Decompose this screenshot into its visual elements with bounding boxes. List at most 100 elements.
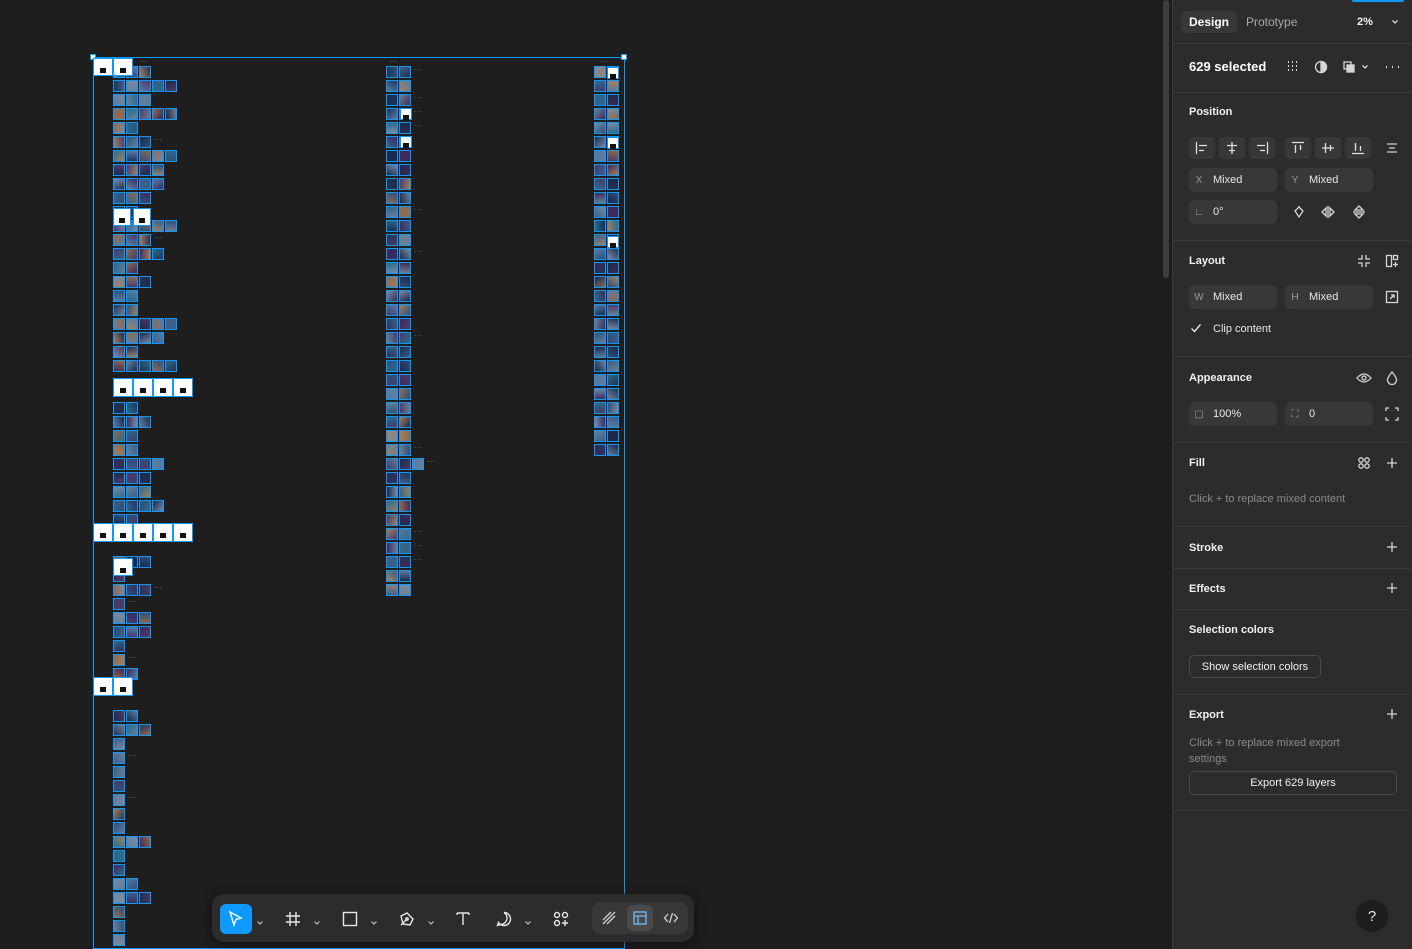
- layer-thumbnail[interactable]: [386, 346, 398, 358]
- export-layers-button[interactable]: Export 629 layers: [1189, 771, 1397, 795]
- layer-thumbnail[interactable]: [399, 584, 411, 596]
- layer-thumbnail[interactable]: [399, 570, 411, 582]
- layer-thumbnail[interactable]: [113, 276, 125, 288]
- flip-vertical-button[interactable]: [1349, 202, 1369, 222]
- layer-thumbnail[interactable]: [113, 472, 125, 484]
- layer-thumbnail[interactable]: [126, 430, 138, 442]
- layer-thumbnail[interactable]: [165, 360, 177, 372]
- layer-frame[interactable]: [93, 58, 113, 76]
- fill-styles-button[interactable]: [1354, 453, 1374, 473]
- layer-thumbnail[interactable]: [386, 430, 398, 442]
- layer-thumbnail[interactable]: [594, 66, 606, 78]
- align-top-button[interactable]: [1285, 137, 1311, 159]
- layer-thumbnail[interactable]: [113, 724, 125, 736]
- layer-thumbnail[interactable]: [152, 220, 164, 232]
- layer-thumbnail[interactable]: [399, 430, 411, 442]
- layer-thumbnail[interactable]: [113, 906, 125, 918]
- layer-thumbnail[interactable]: [113, 402, 125, 414]
- layer-thumbnail[interactable]: [113, 150, 125, 162]
- layer-thumbnail[interactable]: [126, 332, 138, 344]
- layer-thumbnail[interactable]: [139, 164, 151, 176]
- auto-layout-button[interactable]: [1382, 251, 1402, 271]
- layer-thumbnail[interactable]: [152, 500, 164, 512]
- collapse-layout-button[interactable]: [1354, 251, 1374, 271]
- layer-thumbnail[interactable]: [126, 80, 138, 92]
- layer-thumbnail[interactable]: [386, 248, 398, 260]
- pen-tool[interactable]: [392, 904, 422, 934]
- layer-thumbnail[interactable]: [126, 318, 138, 330]
- layer-thumbnail[interactable]: [607, 402, 619, 414]
- layer-thumbnail[interactable]: [607, 430, 619, 442]
- layer-thumbnail[interactable]: [139, 416, 151, 428]
- layer-frame[interactable]: [173, 523, 193, 542]
- layer-thumbnail[interactable]: [399, 94, 411, 106]
- layer-thumbnail[interactable]: [399, 486, 411, 498]
- layer-thumbnail[interactable]: [139, 66, 151, 78]
- layer-thumbnail[interactable]: [607, 94, 619, 106]
- layer-thumbnail[interactable]: [165, 150, 177, 162]
- actions-tool[interactable]: [546, 904, 576, 934]
- layer-thumbnail[interactable]: [113, 430, 125, 442]
- layer-thumbnail[interactable]: [399, 346, 411, 358]
- layer-thumbnail[interactable]: [594, 290, 606, 302]
- rotation-field[interactable]: ∟ 0°: [1189, 200, 1277, 224]
- layer-thumbnail[interactable]: [126, 122, 138, 134]
- draw-mode-button[interactable]: [596, 905, 622, 931]
- x-position-field[interactable]: X Mixed: [1189, 168, 1277, 192]
- layer-thumbnail[interactable]: [386, 360, 398, 372]
- layer-thumbnail[interactable]: [607, 80, 619, 92]
- layer-thumbnail[interactable]: [399, 472, 411, 484]
- layer-thumbnail[interactable]: [399, 276, 411, 288]
- layer-frame[interactable]: [93, 523, 113, 542]
- layer-thumbnail[interactable]: [113, 822, 125, 834]
- layer-thumbnail[interactable]: [113, 794, 125, 806]
- layer-frame[interactable]: [93, 677, 113, 696]
- help-button[interactable]: ?: [1356, 900, 1388, 932]
- layer-thumbnail[interactable]: [139, 248, 151, 260]
- layer-thumbnail[interactable]: [399, 332, 411, 344]
- layer-thumbnail[interactable]: [165, 220, 177, 232]
- canvas-scrollbar-thumb[interactable]: [1163, 0, 1169, 278]
- layer-thumbnail[interactable]: [399, 262, 411, 274]
- layer-thumbnail[interactable]: [113, 458, 125, 470]
- design-canvas[interactable]: ........................................…: [0, 0, 1162, 949]
- contrast-button[interactable]: [1311, 57, 1331, 77]
- layer-frame[interactable]: [607, 137, 619, 149]
- layer-thumbnail[interactable]: [113, 892, 125, 904]
- layer-frame[interactable]: [113, 558, 133, 576]
- layer-thumbnail[interactable]: [607, 444, 619, 456]
- align-center-horizontal-button[interactable]: [1219, 137, 1245, 159]
- layer-thumbnail[interactable]: [126, 192, 138, 204]
- layer-thumbnail[interactable]: [386, 80, 398, 92]
- align-bottom-button[interactable]: [1345, 137, 1371, 159]
- layer-thumbnail[interactable]: [594, 416, 606, 428]
- layer-thumbnail[interactable]: [594, 122, 606, 134]
- clip-content-checkbox[interactable]: [1189, 321, 1205, 337]
- layer-thumbnail[interactable]: [139, 556, 151, 568]
- layer-thumbnail[interactable]: [126, 500, 138, 512]
- layer-thumbnail[interactable]: [113, 808, 125, 820]
- layer-thumbnail[interactable]: [399, 514, 411, 526]
- layer-thumbnail[interactable]: [113, 920, 125, 932]
- layer-thumbnail[interactable]: [113, 416, 125, 428]
- layer-thumbnail[interactable]: [113, 626, 125, 638]
- layer-thumbnail[interactable]: [386, 304, 398, 316]
- layer-thumbnail[interactable]: [113, 878, 125, 890]
- layer-thumbnail[interactable]: [386, 458, 398, 470]
- resize-to-fit-button[interactable]: [1382, 287, 1402, 307]
- layer-thumbnail[interactable]: [607, 332, 619, 344]
- layer-frame[interactable]: [607, 236, 619, 248]
- layer-thumbnail[interactable]: [399, 206, 411, 218]
- layer-thumbnail[interactable]: [113, 738, 125, 750]
- layer-thumbnail[interactable]: [126, 108, 138, 120]
- layer-thumbnail[interactable]: [113, 850, 125, 862]
- layer-thumbnail[interactable]: [386, 206, 398, 218]
- layer-thumbnail[interactable]: [399, 178, 411, 190]
- layer-thumbnail[interactable]: [152, 318, 164, 330]
- zoom-dropdown[interactable]: [1385, 12, 1405, 32]
- layer-thumbnail[interactable]: [607, 192, 619, 204]
- layer-thumbnail[interactable]: [165, 108, 177, 120]
- layer-thumbnail[interactable]: [386, 332, 398, 344]
- layer-frame[interactable]: [400, 136, 412, 148]
- layer-thumbnail[interactable]: [386, 584, 398, 596]
